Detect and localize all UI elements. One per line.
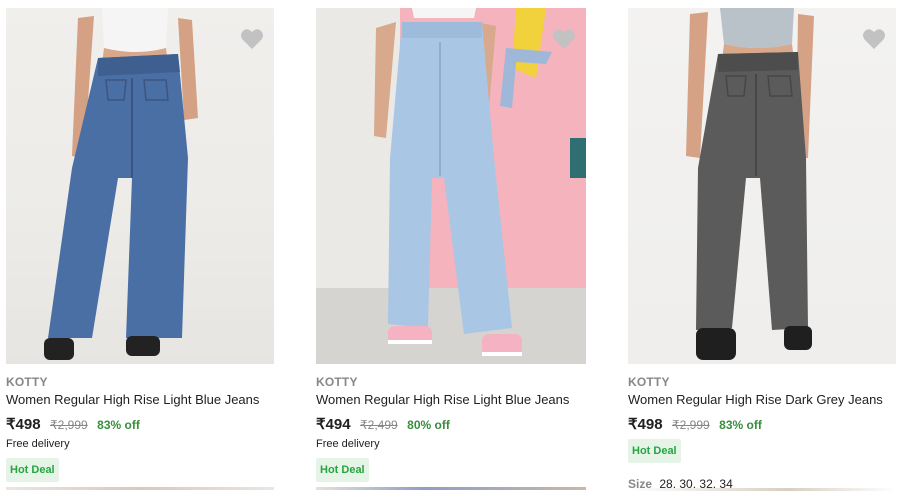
hot-deal-badge: Hot Deal [628,439,681,463]
jeans-photo [686,8,814,360]
jeans-photo [44,8,198,360]
wishlist-heart-icon[interactable] [240,28,264,50]
hot-deal-badge: Hot Deal [316,458,369,482]
product-card[interactable]: KOTTY Women Regular High Rise Dark Grey … [628,0,896,491]
product-title[interactable]: Women Regular High Rise Light Blue Jeans [6,392,259,407]
product-card[interactable]: KOTTY Women Regular High Rise Light Blue… [6,0,274,490]
product-brand: KOTTY [628,375,670,389]
product-card[interactable]: KOTTY Women Regular High Rise Light Blue… [316,0,586,490]
discount-percent: 83% off [97,418,140,432]
wishlist-heart-icon[interactable] [862,28,886,50]
delivery-info: Free delivery [316,438,380,450]
price-row: ₹498 ₹2,999 83% off [628,415,762,434]
discount-percent: 83% off [719,418,762,432]
original-price: ₹2,499 [360,418,398,432]
product-title[interactable]: Women Regular High Rise Dark Grey Jeans [628,392,883,407]
product-image[interactable] [316,8,586,364]
price-row: ₹494 ₹2,499 80% off [316,415,450,434]
wishlist-heart-icon[interactable] [552,28,576,50]
product-brand: KOTTY [316,375,358,389]
product-image[interactable] [628,8,896,364]
selling-price: ₹498 [628,416,663,433]
original-price: ₹2,999 [50,418,88,432]
selling-price: ₹494 [316,416,351,433]
discount-percent: 80% off [407,418,450,432]
delivery-info: Free delivery [6,438,70,450]
price-row: ₹498 ₹2,999 83% off [6,415,140,434]
product-image[interactable] [6,8,274,364]
hot-deal-badge: Hot Deal [6,458,59,482]
selling-price: ₹498 [6,416,41,433]
product-brand: KOTTY [6,375,48,389]
jeans-photo [316,8,586,364]
original-price: ₹2,999 [672,418,710,432]
product-title[interactable]: Women Regular High Rise Light Blue Jeans [316,392,569,407]
